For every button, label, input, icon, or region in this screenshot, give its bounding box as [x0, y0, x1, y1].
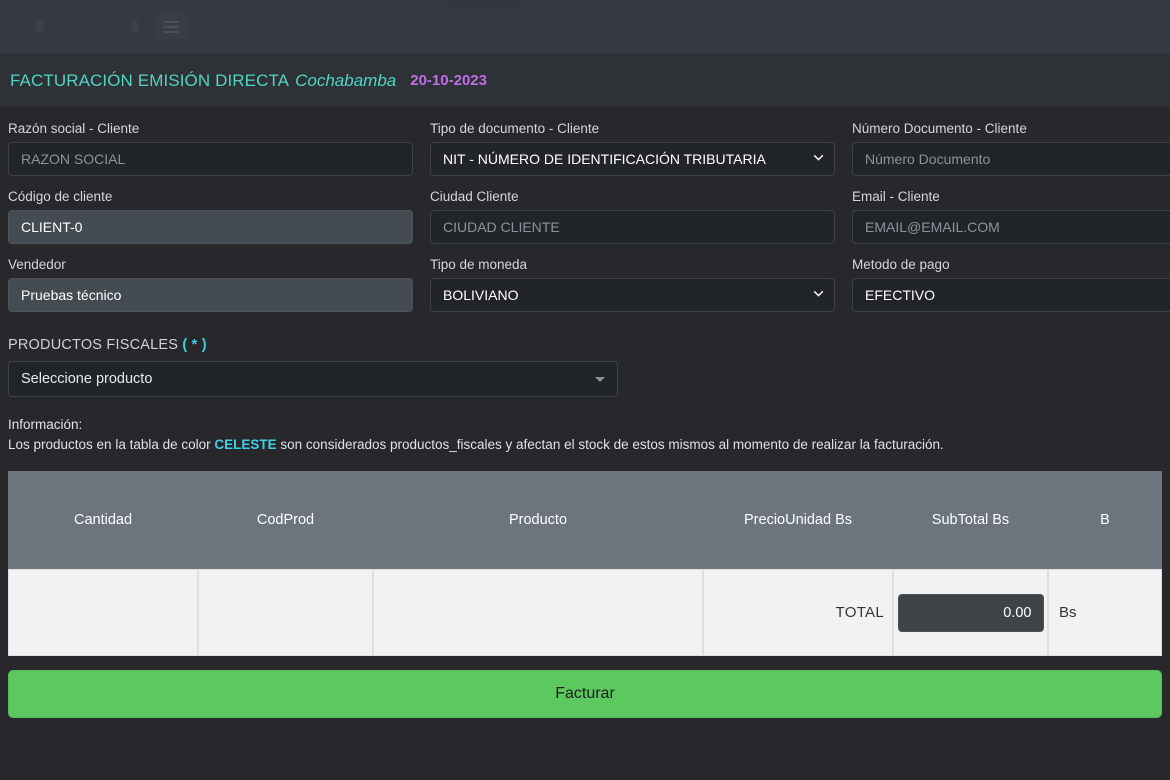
- total-row-blank-1: [8, 569, 198, 656]
- producto-select-value: Seleccione producto: [21, 371, 153, 387]
- label-tipo-moneda: Tipo de moneda: [430, 257, 528, 272]
- required-marker: ( * ): [182, 337, 207, 353]
- field-codigo-cliente: Código de cliente CLIENT-0: [8, 189, 413, 244]
- info-text: Los productos en la tabla de color CELES…: [8, 435, 1162, 455]
- field-metodo-pago: Metodo de pago EFECTIVO: [852, 257, 1170, 312]
- ciudad-cliente-input[interactable]: CIUDAD CLIENTE: [430, 210, 835, 244]
- total-currency: Bs: [1048, 569, 1162, 656]
- label-metodo-pago: Metodo de pago: [852, 257, 950, 272]
- info-highlight: CELESTE: [214, 437, 277, 452]
- column-header-cantidad: Cantidad: [8, 471, 198, 569]
- form-column-middle: Tipo de documento - Cliente NIT - NÚMERO…: [422, 121, 843, 325]
- label-ciudad-cliente: Ciudad Cliente: [430, 189, 519, 204]
- metodo-pago-select[interactable]: EFECTIVO: [852, 278, 1170, 312]
- invoice-form: Razón social - Cliente RAZON SOCIAL Códi…: [0, 107, 1170, 325]
- table-header-row: Cantidad CodProd Producto PrecioUnidad B…: [8, 471, 1162, 569]
- field-tipo-moneda: Tipo de moneda BOLIVIANO: [430, 257, 835, 312]
- hamburger-menu-icon[interactable]: [163, 21, 179, 33]
- products-table-foot: TOTAL 0.00 Bs: [8, 569, 1162, 656]
- products-table: Cantidad CodProd Producto PrecioUnidad B…: [8, 471, 1162, 656]
- column-header-preciounidad: PrecioUnidad Bs: [703, 471, 893, 569]
- field-vendedor: Vendedor Pruebas técnico: [8, 257, 413, 312]
- column-header-subtotal: SubTotal Bs: [893, 471, 1048, 569]
- info-block: Información: Los productos en la tabla d…: [0, 397, 1170, 455]
- label-razon-social: Razón social - Cliente: [8, 121, 140, 136]
- tipo-documento-select[interactable]: NIT - NÚMERO DE IDENTIFICACIÓN TRIBUTARI…: [430, 142, 835, 176]
- form-column-left: Razón social - Cliente RAZON SOCIAL Códi…: [0, 121, 421, 325]
- producto-select[interactable]: Seleccione producto: [8, 361, 618, 397]
- table-total-row: TOTAL 0.00 Bs: [8, 569, 1162, 656]
- page-title-date: 20-10-2023: [410, 72, 487, 89]
- field-email-cliente: Email - Cliente EMAIL@EMAIL.COM: [852, 189, 1170, 244]
- field-tipo-documento: Tipo de documento - Cliente NIT - NÚMERO…: [430, 121, 835, 176]
- vendedor-input[interactable]: Pruebas técnico: [8, 278, 413, 312]
- razon-social-input[interactable]: RAZON SOCIAL: [8, 142, 413, 176]
- products-table-head: Cantidad CodProd Producto PrecioUnidad B…: [8, 471, 1162, 569]
- label-tipo-documento: Tipo de documento - Cliente: [430, 121, 600, 136]
- field-numero-documento: Número Documento - Cliente Número Docume…: [852, 121, 1170, 176]
- page-title: FACTURACIÓN EMISIÓN DIRECTA: [10, 70, 290, 90]
- products-table-wrapper: Cantidad CodProd Producto PrecioUnidad B…: [0, 471, 1170, 656]
- navbar-item-placeholder[interactable]: [131, 21, 139, 32]
- productos-fiscales-label-text: PRODUCTOS FISCALES: [8, 337, 179, 353]
- page-title-bar: FACTURACIÓN EMISIÓN DIRECTA Cochabamba 2…: [0, 55, 1170, 107]
- numero-documento-input[interactable]: Número Documento: [852, 142, 1170, 176]
- total-amount-input[interactable]: 0.00: [897, 593, 1044, 632]
- tipo-moneda-select[interactable]: BOLIVIANO: [430, 278, 835, 312]
- total-value-cell: 0.00: [893, 569, 1048, 656]
- field-razon-social: Razón social - Cliente RAZON SOCIAL: [8, 121, 413, 176]
- facturar-button[interactable]: Facturar: [8, 670, 1162, 718]
- actions-bar: Facturar: [0, 656, 1170, 718]
- page-title-city: Cochabamba: [295, 70, 397, 90]
- info-text-after: son considerados productos_fiscales y af…: [276, 437, 944, 452]
- total-row-blank-3: [373, 569, 703, 656]
- productos-fiscales-section: PRODUCTOS FISCALES ( * ) Seleccione prod…: [0, 325, 1170, 397]
- label-numero-documento: Número Documento - Cliente: [852, 121, 1027, 136]
- total-row-blank-2: [198, 569, 373, 656]
- total-label: TOTAL: [703, 569, 893, 656]
- label-codigo-cliente: Código de cliente: [8, 189, 113, 204]
- productos-fiscales-label: PRODUCTOS FISCALES ( * ): [8, 337, 1162, 353]
- navbar-brand-placeholder[interactable]: [35, 20, 44, 32]
- column-header-producto: Producto: [373, 471, 703, 569]
- field-ciudad-cliente: Ciudad Cliente CIUDAD CLIENTE: [430, 189, 835, 244]
- info-heading: Información:: [8, 417, 83, 432]
- column-header-codprod: CodProd: [198, 471, 373, 569]
- label-vendedor: Vendedor: [8, 257, 66, 272]
- form-column-right: Número Documento - Cliente Número Docume…: [844, 121, 1170, 325]
- info-text-before: Los productos en la tabla de color: [8, 437, 215, 452]
- label-email-cliente: Email - Cliente: [852, 189, 940, 204]
- navbar-center-placeholder: [443, 0, 523, 6]
- email-cliente-input[interactable]: EMAIL@EMAIL.COM: [852, 210, 1170, 244]
- codigo-cliente-input[interactable]: CLIENT-0: [8, 210, 413, 244]
- triangle-down-icon: [595, 377, 605, 382]
- top-navbar: [0, 0, 1170, 55]
- column-header-extra: B: [1048, 471, 1162, 569]
